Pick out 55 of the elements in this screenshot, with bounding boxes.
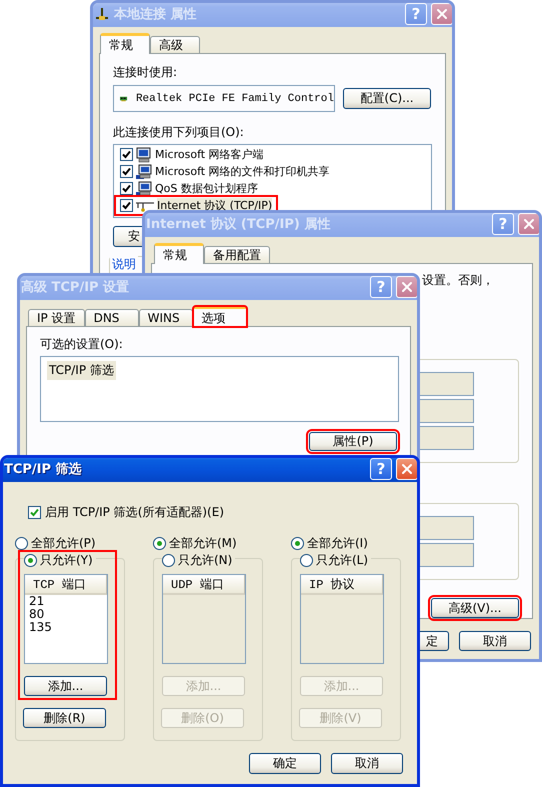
checkbox[interactable] (120, 199, 133, 212)
computer-icon (136, 164, 152, 180)
add-button[interactable]: 添加... (24, 676, 107, 696)
tab[interactable]: 高级 (150, 36, 200, 54)
tab[interactable]: DNS (84, 309, 139, 327)
configure-button[interactable]: 配置(C)... (343, 88, 431, 109)
advanced-button[interactable]: 高级(V)... (431, 598, 519, 618)
component-item[interactable]: Microsoft 网络客户端 (116, 146, 268, 163)
ok-button[interactable]: 确定 (249, 753, 321, 774)
adapter-field: Realtek PCIe FE Family Control (113, 85, 335, 112)
tab[interactable]: 选项 (192, 306, 247, 327)
tab[interactable]: WINS (138, 309, 193, 327)
window-title: 本地连接 属性 (114, 6, 198, 22)
window-title: Internet 协议 (TCP/IP) 属性 (146, 216, 332, 232)
remove-button[interactable]: 删除(R) (23, 708, 106, 728)
close-button[interactable] (431, 3, 452, 24)
info-text: 设置。否则， (422, 272, 494, 289)
properties-button[interactable]: 属性(P) (309, 432, 397, 451)
checkbox[interactable] (120, 182, 133, 195)
group-label: 说明 (110, 256, 138, 273)
network-cable-icon (136, 200, 154, 212)
computer-icon (136, 180, 152, 196)
list-header: IP 协议 (301, 575, 383, 595)
window-title: 高级 TCP/IP 设置 (21, 278, 130, 296)
component-item[interactable]: QoS 数据包计划程序 (116, 180, 262, 197)
component-item[interactable]: Microsoft 网络的文件和打印机共享 (116, 163, 334, 180)
help-button[interactable]: ? (370, 458, 392, 480)
tab[interactable]: 备用配置 (204, 246, 270, 264)
list-header: UDP 端口 (163, 575, 245, 595)
cancel-button[interactable]: 取消 (459, 631, 531, 651)
tab[interactable]: IP 设置 (28, 309, 85, 327)
radio-button[interactable]: 只允许(Y) (24, 552, 96, 568)
checkbox[interactable] (120, 148, 133, 161)
window-title: TCP/IP 筛选 (4, 460, 83, 478)
tab[interactable]: 常规 (100, 33, 150, 54)
close-button[interactable] (396, 276, 417, 298)
checkbox[interactable] (120, 165, 133, 178)
tab[interactable]: 常规 (154, 243, 204, 264)
radio-button[interactable]: 只允许(L) (300, 552, 372, 568)
computer-icon (136, 146, 152, 162)
close-button[interactable] (518, 213, 539, 234)
list-header: TCP 端口 (25, 575, 107, 595)
field-label: 连接时使用: (113, 64, 178, 81)
list-label: 此连接使用下列项目(O): (113, 124, 245, 141)
close-button[interactable] (396, 458, 417, 480)
list-item[interactable]: 80 (25, 608, 107, 621)
radio-button[interactable]: 只允许(N) (162, 552, 236, 568)
cancel-button[interactable]: 取消 (331, 753, 403, 774)
network-icon (94, 6, 110, 22)
list-item[interactable]: TCP/IP 筛选 (47, 361, 116, 380)
list-label: 可选的设置(O): (40, 336, 124, 353)
list-item[interactable]: 135 (25, 621, 107, 634)
checkbox[interactable] (28, 506, 41, 519)
checkbox-label: 启用 TCP/IP 筛选(所有适配器)(E) (45, 504, 224, 521)
list-item[interactable]: 21 (25, 595, 107, 608)
